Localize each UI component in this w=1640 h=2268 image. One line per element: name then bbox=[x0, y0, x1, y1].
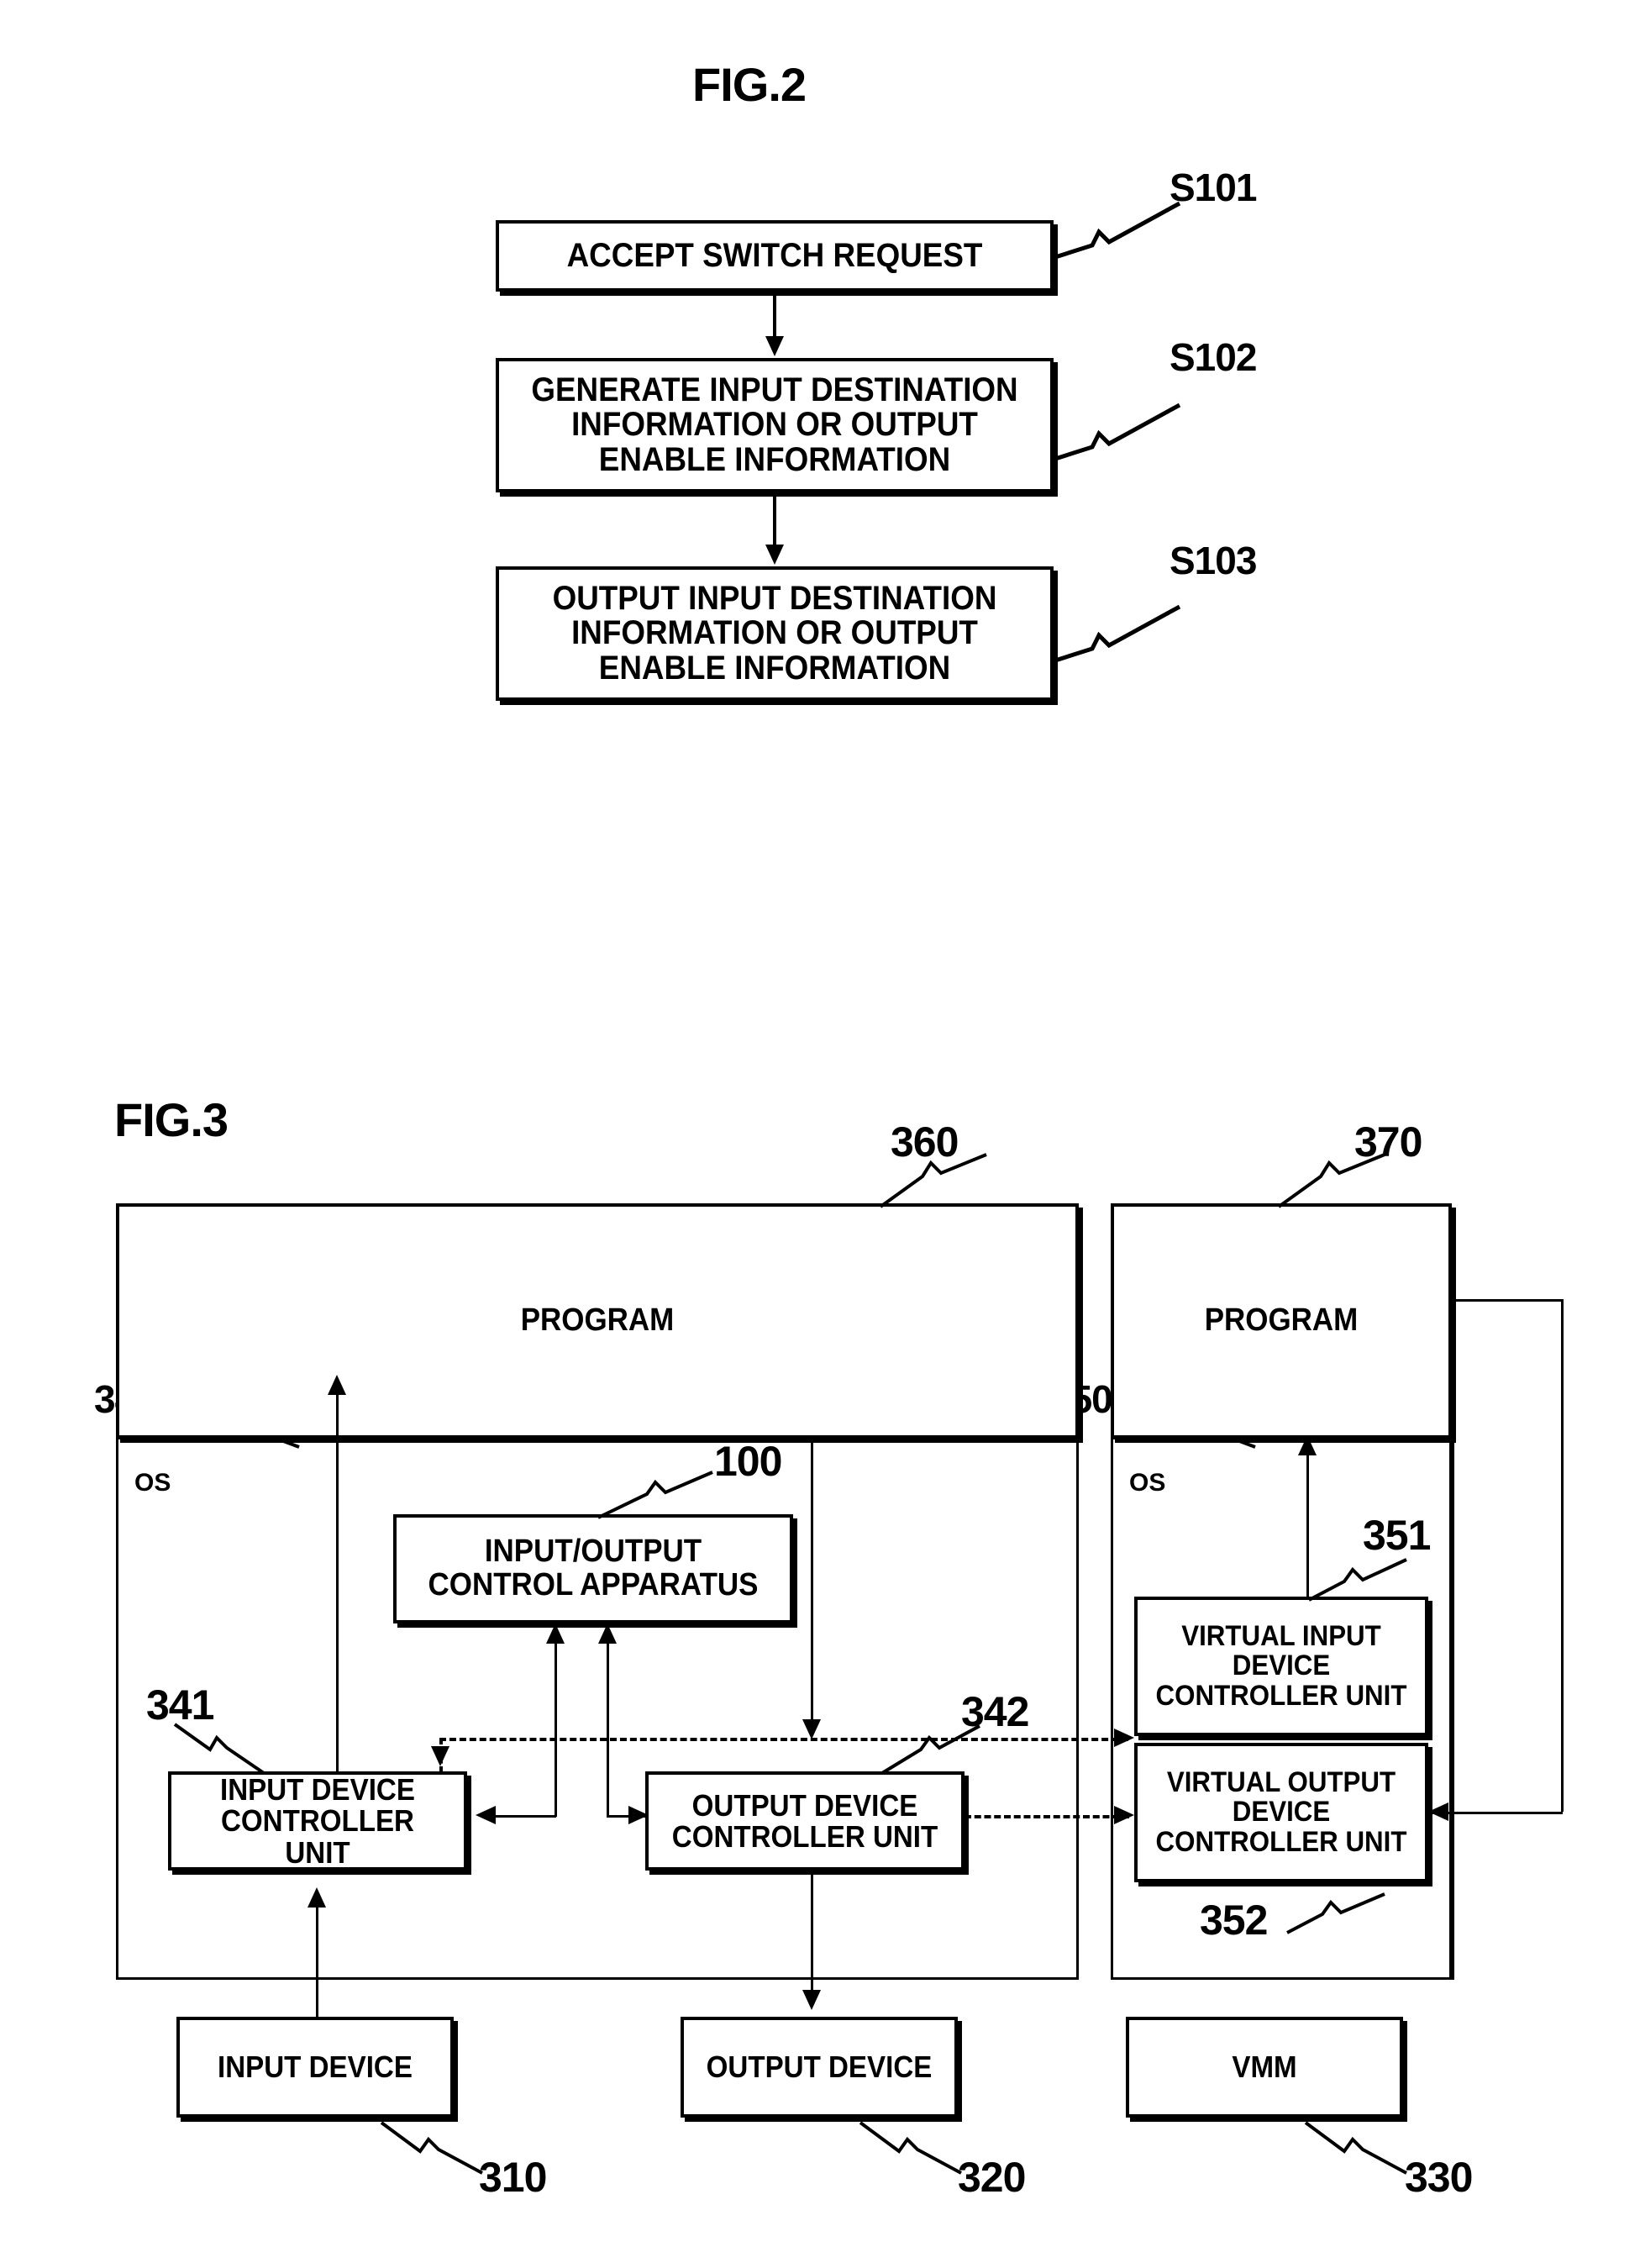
arrowhead-into-input-controller bbox=[476, 1806, 496, 1824]
virtual-output-device-controller-label: VIRTUAL OUTPUT DEVICE CONTROLLER UNIT bbox=[1155, 1765, 1407, 1858]
connector-output-controller-to-apparatus bbox=[607, 1627, 609, 1815]
flowchart-step-s102: GENERATE INPUT DESTINATION INFORMATION O… bbox=[496, 358, 1054, 492]
arrowhead-dashed-to-virtual-input bbox=[1114, 1729, 1134, 1747]
reference-numeral-342: 342 bbox=[961, 1688, 1029, 1735]
arrowhead-virtual-input-to-program-370 bbox=[1298, 1435, 1317, 1455]
output-device-block: OUTPUT DEVICE bbox=[681, 2017, 958, 2118]
virtual-input-device-controller-label: VIRTUAL INPUT DEVICE CONTROLLER UNIT bbox=[1155, 1619, 1407, 1712]
arrowhead-apparatus-from-input-controller bbox=[546, 1623, 565, 1644]
leader-s102 bbox=[1054, 400, 1188, 461]
leader-320 bbox=[859, 2121, 963, 2175]
reference-numeral-360: 360 bbox=[891, 1118, 959, 1166]
dashed-bus-lower bbox=[965, 1815, 1129, 1818]
program-block-370-label: PROGRAM bbox=[1204, 1302, 1359, 1339]
arrowhead-output-controller-to-device bbox=[802, 1990, 821, 2010]
arrowhead-apparatus-from-output-controller bbox=[598, 1623, 617, 1644]
connector-input-controller-to-apparatus-riser bbox=[555, 1771, 557, 1817]
io-control-apparatus-block: INPUT/OUTPUT CONTROL APPARATUS bbox=[393, 1514, 793, 1623]
connector-s101-s102 bbox=[773, 292, 776, 341]
dashed-bus-upper bbox=[439, 1738, 1128, 1741]
reference-numeral-330: 330 bbox=[1405, 2154, 1473, 2201]
connector-program-370-loop-top bbox=[1450, 1299, 1563, 1302]
input-device-controller-block: INPUT DEVICE CONTROLLER UNIT bbox=[168, 1771, 467, 1871]
io-control-apparatus-label: INPUT/OUTPUT CONTROL APPARATUS bbox=[428, 1534, 759, 1602]
connector-program-370-loop-right bbox=[1561, 1299, 1564, 1812]
arrowhead-s102-s103 bbox=[765, 545, 784, 565]
connector-right-panel-inner bbox=[1452, 1439, 1454, 1980]
reference-numeral-370: 370 bbox=[1354, 1118, 1422, 1166]
flowchart-step-s101: ACCEPT SWITCH REQUEST bbox=[496, 220, 1054, 292]
connector-input-device-to-controller bbox=[316, 1891, 318, 2017]
arrowhead-dashed-to-input-controller bbox=[431, 1746, 449, 1766]
flowchart-step-s103-label: OUTPUT INPUT DESTINATION INFORMATION OR … bbox=[552, 579, 997, 687]
os-panel-left-label: OS bbox=[134, 1469, 171, 1497]
leader-310 bbox=[380, 2121, 484, 2175]
flowchart-step-s101-label: ACCEPT SWITCH REQUEST bbox=[566, 236, 983, 274]
reference-numeral-320: 320 bbox=[958, 2154, 1026, 2201]
output-device-controller-label: OUTPUT DEVICE CONTROLLER UNIT bbox=[671, 1787, 938, 1854]
reference-numeral-341: 341 bbox=[146, 1681, 214, 1729]
arrowhead-input-controller-to-program bbox=[328, 1375, 346, 1395]
virtual-output-device-controller-block: VIRTUAL OUTPUT DEVICE CONTROLLER UNIT bbox=[1134, 1743, 1428, 1882]
reference-numeral-s102: S102 bbox=[1170, 335, 1257, 379]
arrowhead-s101-s102 bbox=[765, 336, 784, 356]
connector-program-to-output-controller bbox=[811, 1439, 813, 1724]
flowchart-step-s103: OUTPUT INPUT DESTINATION INFORMATION OR … bbox=[496, 566, 1054, 701]
input-device-label: INPUT DEVICE bbox=[218, 2050, 413, 2085]
output-device-controller-block: OUTPUT DEVICE CONTROLLER UNIT bbox=[645, 1771, 965, 1871]
arrowhead-into-output-controller bbox=[628, 1806, 649, 1824]
connector-input-controller-to-program bbox=[336, 1378, 339, 1773]
leader-100 bbox=[597, 1471, 714, 1519]
flowchart-step-s102-label: GENERATE INPUT DESTINATION INFORMATION O… bbox=[531, 371, 1018, 478]
output-device-label: OUTPUT DEVICE bbox=[706, 2050, 933, 2085]
reference-numeral-310: 310 bbox=[479, 2154, 547, 2201]
arrowhead-program-370-loop-into-virtual-output bbox=[1428, 1802, 1448, 1821]
leader-s101 bbox=[1054, 198, 1188, 260]
program-block-360-label: PROGRAM bbox=[520, 1302, 675, 1339]
connector-input-controller-to-apparatus-horizontal bbox=[496, 1815, 556, 1818]
reference-numeral-351: 351 bbox=[1363, 1512, 1431, 1559]
reference-numeral-s101: S101 bbox=[1170, 166, 1257, 209]
virtual-input-device-controller-block: VIRTUAL INPUT DEVICE CONTROLLER UNIT bbox=[1134, 1597, 1428, 1736]
leader-352 bbox=[1285, 1892, 1386, 1934]
leader-341 bbox=[173, 1723, 265, 1775]
reference-numeral-s103: S103 bbox=[1170, 539, 1257, 582]
vmm-block: VMM bbox=[1126, 2017, 1403, 2118]
connector-output-controller-to-device bbox=[811, 1871, 813, 1993]
program-block-370: PROGRAM bbox=[1111, 1203, 1452, 1439]
arrowhead-dashed-to-virtual-output bbox=[1114, 1806, 1134, 1824]
connector-input-controller-to-apparatus bbox=[555, 1627, 557, 1774]
connector-s102-s103 bbox=[773, 492, 776, 549]
vmm-label: VMM bbox=[1232, 2050, 1297, 2085]
connector-virtual-input-to-program-370 bbox=[1306, 1439, 1309, 1598]
arrowhead-input-device-to-controller bbox=[308, 1887, 326, 1908]
reference-numeral-100: 100 bbox=[714, 1438, 782, 1485]
input-device-controller-label: INPUT DEVICE CONTROLLER UNIT bbox=[220, 1771, 415, 1870]
os-panel-right-label: OS bbox=[1129, 1469, 1166, 1497]
program-block-360: PROGRAM bbox=[116, 1203, 1079, 1439]
leader-351 bbox=[1307, 1558, 1408, 1602]
leader-s103 bbox=[1054, 602, 1188, 663]
leader-330 bbox=[1304, 2121, 1408, 2175]
reference-numeral-352: 352 bbox=[1200, 1897, 1268, 1944]
figure-3-title: FIG.3 bbox=[114, 1093, 229, 1146]
arrowhead-program-to-output-controller bbox=[802, 1719, 821, 1739]
input-device-block: INPUT DEVICE bbox=[176, 2017, 454, 2118]
figure-2-title: FIG.2 bbox=[692, 58, 807, 111]
